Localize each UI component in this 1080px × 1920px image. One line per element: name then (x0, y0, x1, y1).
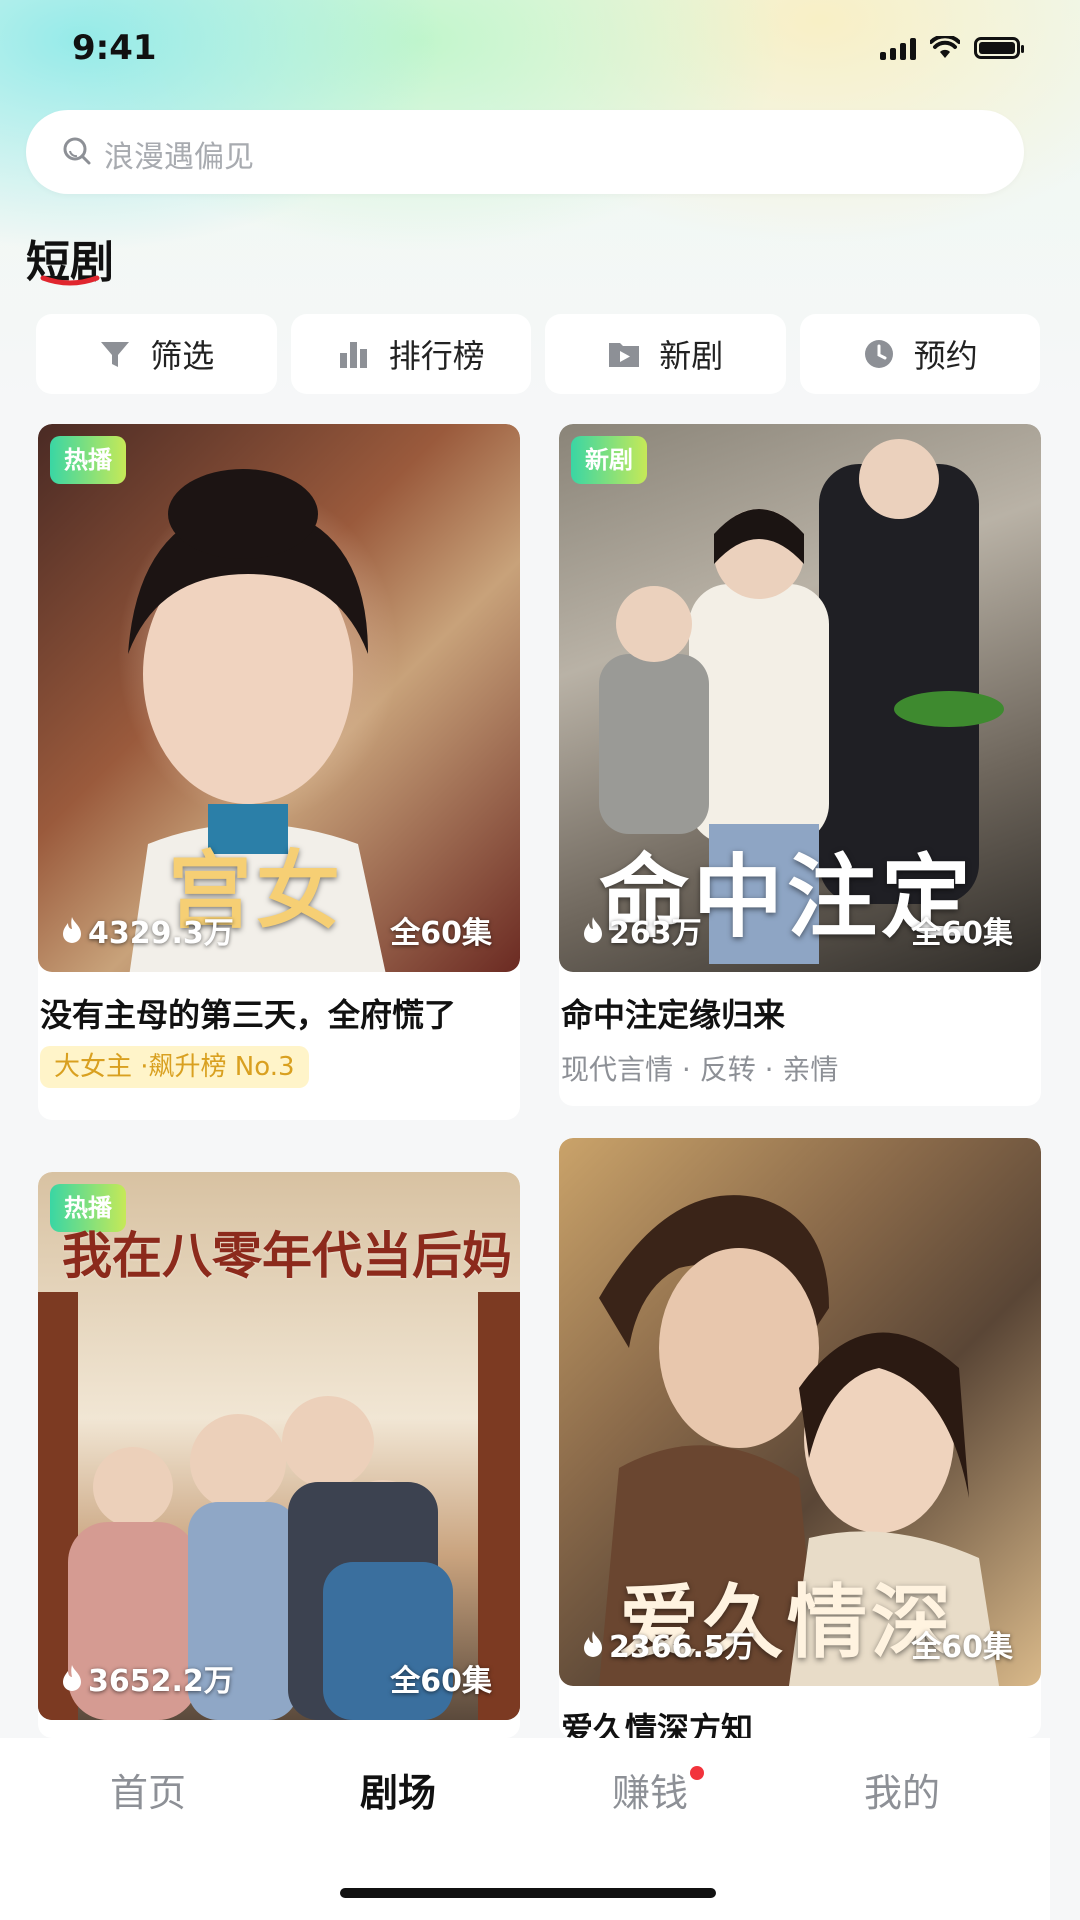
chip-label: 新剧 (659, 337, 724, 375)
play-folder-icon (609, 343, 640, 367)
title-underline-decoration (40, 275, 100, 286)
chip-reservation[interactable]: 预约 (799, 314, 1040, 394)
flame-icon (63, 917, 81, 943)
tab-theater[interactable]: 剧场 (360, 1762, 436, 1817)
play-count: 4329.3万 (60, 908, 234, 952)
episode-count: 全60集 (390, 916, 492, 951)
chip-label: 筛选 (150, 337, 215, 375)
ranking-tag: 大女主 ·飙升榜 No.3 (40, 1046, 309, 1088)
chip-label: 预约 (913, 337, 978, 375)
drama-poster-image: 爱久情深 2366.5万 全60集 (559, 1138, 1041, 1686)
episode-count: 全60集 (390, 1664, 492, 1699)
episode-count: 全60集 (911, 1630, 1013, 1665)
drama-title: 命中注定缘归来 (561, 996, 786, 1034)
status-icons (880, 36, 1024, 60)
home-indicator (340, 1888, 716, 1898)
chip-new-drama[interactable]: 新剧 (545, 314, 786, 394)
battery-icon (974, 37, 1024, 59)
chip-ranking[interactable]: 排行榜 (290, 314, 531, 394)
play-count-value: 2366.5万 (609, 1630, 755, 1665)
drama-poster-image: 热播 我在八零年代当后妈 3652.2万 全60集 (38, 1172, 520, 1720)
play-count-value: 263万 (609, 916, 702, 951)
drama-title: 没有主母的第三天，全府慌了 (40, 996, 457, 1034)
drama-card[interactable]: 热播 宫女 4329.3万 全60集 没有主母的第三天，全府慌了 大女主 ·飙升… (38, 424, 520, 1120)
clock-icon (864, 340, 893, 368)
play-count: 2366.5万 (581, 1622, 755, 1666)
bar-chart-icon (339, 342, 367, 368)
play-count: 263万 (581, 908, 702, 952)
chip-label: 排行榜 (388, 337, 485, 375)
drama-poster-image: 新剧 命中注定 263万 全60集 (559, 424, 1041, 972)
tab-earn[interactable]: 赚钱 (612, 1762, 688, 1817)
wifi-icon (930, 36, 960, 58)
filter-icon (101, 342, 130, 367)
tab-home[interactable]: 首页 (110, 1762, 186, 1817)
play-count: 3652.2万 (60, 1656, 234, 1700)
flame-icon (63, 1665, 81, 1691)
poster-title-art: 我在八零年代当后妈 (62, 1227, 512, 1285)
drama-poster-image: 热播 宫女 4329.3万 全60集 (38, 424, 520, 972)
flame-icon (584, 1631, 602, 1657)
filter-chip-row: 筛选 排行榜 新剧 预约 (36, 314, 1040, 394)
drama-card[interactable]: 爱久情深 2366.5万 全60集 爱久情深方知 (559, 1138, 1041, 1738)
chip-filter[interactable]: 筛选 (36, 314, 277, 394)
drama-card[interactable]: 热播 我在八零年代当后妈 3652.2万 全60集 (38, 1172, 520, 1738)
notification-dot (690, 1766, 704, 1780)
cellular-signal-icon (880, 36, 916, 60)
tab-profile[interactable]: 我的 (864, 1762, 940, 1817)
search-icon (63, 137, 91, 165)
drama-tags: 现代言情 · 反转 · 亲情 (561, 1053, 839, 1086)
hot-badge: 热播 (50, 436, 126, 484)
search-placeholder: 浪漫遇偏见 (104, 140, 254, 175)
search-bar[interactable]: 浪漫遇偏见 (26, 110, 1024, 194)
new-badge: 新剧 (571, 436, 647, 484)
drama-card[interactable]: 新剧 命中注定 263万 全60集 命中注定缘归来 现代言情 · 反转 · 亲情 (559, 424, 1041, 1106)
drama-title: 爱久情深方知 (561, 1710, 754, 1738)
episode-count: 全60集 (911, 916, 1013, 951)
flame-icon (584, 917, 602, 943)
play-count-value: 3652.2万 (88, 1664, 234, 1699)
status-bar: 9:41 (0, 0, 1080, 100)
play-count-value: 4329.3万 (88, 916, 234, 951)
status-time: 9:41 (72, 28, 157, 68)
